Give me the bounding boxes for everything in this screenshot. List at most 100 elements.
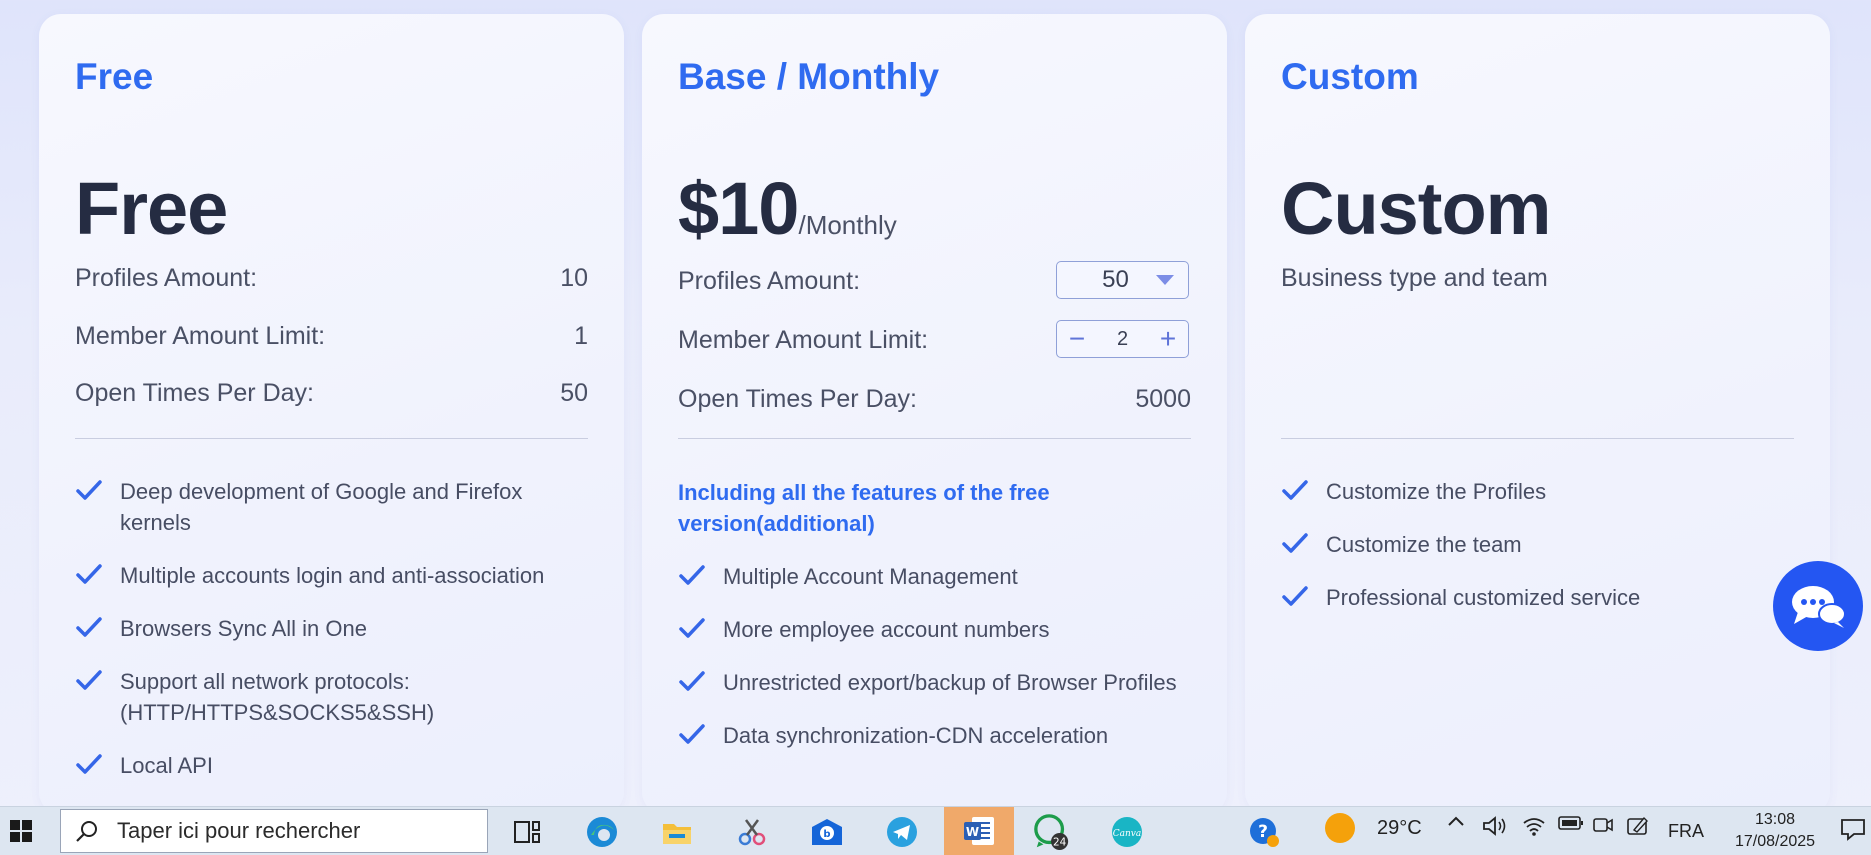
price-unit: /Monthly: [798, 210, 897, 240]
feature-item: Professional customized service: [1281, 582, 1794, 613]
row-label: Open Times Per Day:: [678, 384, 917, 413]
open-times-row: Open Times Per Day: 5000: [678, 379, 1191, 419]
check-icon: [1281, 583, 1309, 611]
weather-widget[interactable]: 29°C: [1325, 813, 1422, 843]
chat-button[interactable]: [1773, 561, 1863, 651]
plus-button[interactable]: +: [1148, 321, 1188, 357]
plan-price: Free: [75, 167, 228, 250]
feature-text: Customize the Profiles: [1326, 479, 1547, 504]
whatsapp-badge: 24: [1053, 836, 1067, 848]
file-explorer-icon[interactable]: [658, 813, 696, 851]
telegram-icon[interactable]: [883, 813, 921, 851]
check-icon: [75, 477, 103, 505]
svg-text:Canva: Canva: [1113, 829, 1142, 839]
check-icon: [678, 668, 706, 696]
check-icon: [1281, 477, 1309, 505]
battery-icon[interactable]: [1558, 815, 1584, 831]
language-indicator[interactable]: FRA: [1668, 821, 1704, 842]
feature-text: Local API: [120, 753, 213, 778]
word-icon[interactable]: W: [944, 807, 1014, 855]
meet-now-icon[interactable]: [1592, 815, 1614, 835]
canva-icon[interactable]: Canva: [1108, 813, 1146, 851]
check-icon: [75, 751, 103, 779]
open-times-row: Open Times Per Day: 50: [75, 373, 588, 413]
whatsapp-icon[interactable]: 24: [1033, 813, 1071, 851]
search-placeholder: Taper ici pour rechercher: [117, 818, 361, 843]
windows-taskbar: Taper ici pour rechercher b W 24 Canva ?…: [0, 806, 1871, 855]
feature-list: Including all the features of the free v…: [678, 477, 1191, 773]
divider: [678, 438, 1191, 439]
plan-card-custom: Custom Custom Business type and team Cus…: [1245, 14, 1830, 806]
check-icon: [75, 614, 103, 642]
chat-bubbles-icon: [1792, 586, 1846, 628]
taskbar-clock[interactable]: 13:08 17/08/2025: [1735, 809, 1815, 853]
weather-temp: 29°C: [1377, 816, 1422, 839]
feature-list: Customize the Profiles Customize the tea…: [1281, 476, 1794, 635]
row-label: Open Times Per Day:: [75, 378, 314, 407]
plan-price: Custom: [1281, 167, 1551, 250]
feature-text: Browsers Sync All in One: [120, 616, 367, 641]
row-label: Member Amount Limit:: [678, 325, 929, 354]
feature-item: More employee account numbers: [678, 614, 1191, 645]
feature-text: Deep development of Google and Firefox k…: [120, 479, 523, 535]
feature-text: Multiple Account Management: [723, 564, 1018, 589]
feature-item: Customize the team: [1281, 529, 1794, 560]
plan-subtitle: Business type and team: [1281, 264, 1548, 292]
feature-item: Multiple accounts login and anti-associa…: [75, 560, 588, 591]
included-note: Including all the features of the free v…: [678, 480, 1050, 536]
svg-text:b: b: [823, 829, 830, 840]
feature-item: Local API: [75, 750, 588, 781]
svg-text:?: ?: [1258, 822, 1268, 842]
pen-tablet-icon[interactable]: [1626, 815, 1650, 837]
feature-item: Deep development of Google and Firefox k…: [75, 476, 588, 538]
snipping-icon[interactable]: [733, 813, 771, 851]
start-button[interactable]: [0, 807, 42, 855]
row-value: 1: [574, 321, 588, 350]
check-icon: [75, 561, 103, 589]
taskbar-search-box[interactable]: Taper ici pour rechercher: [60, 809, 488, 853]
pricing-page: Free Free Profiles Amount: 10 Member Amo…: [0, 0, 1871, 806]
caret-down-icon: [1156, 275, 1174, 285]
row-value: 5000: [1135, 384, 1191, 413]
row-label: Profiles Amount:: [75, 263, 258, 292]
profiles-amount-select[interactable]: 50: [1056, 261, 1189, 299]
member-limit-row: Member Amount Limit: 1: [75, 316, 588, 356]
chevron-up-icon[interactable]: [1447, 815, 1465, 827]
search-icon: [76, 821, 97, 842]
plan-title: Base / Monthly: [678, 56, 940, 97]
mail-icon[interactable]: b: [808, 813, 846, 851]
sun-icon: [1325, 813, 1355, 843]
feature-item: Multiple Account Management: [678, 561, 1191, 592]
svg-text:W: W: [966, 825, 979, 839]
row-value: 50: [560, 378, 588, 407]
clock-date: 17/08/2025: [1735, 833, 1816, 850]
check-icon: [75, 667, 103, 695]
feature-text: Customize the team: [1326, 532, 1522, 557]
row-label: Member Amount Limit:: [75, 321, 326, 350]
help-icon[interactable]: ?: [1245, 813, 1283, 851]
minus-button[interactable]: −: [1057, 321, 1097, 357]
row-value: 10: [560, 263, 588, 292]
member-amount-stepper: − 2 +: [1056, 320, 1189, 358]
clock-time: 13:08: [1754, 811, 1796, 828]
edge-icon[interactable]: [583, 813, 621, 851]
price-amount: $10: [678, 167, 799, 250]
feature-text: Multiple accounts login and anti-associa…: [120, 563, 545, 588]
feature-text: Unrestricted export/backup of Browser Pr…: [723, 670, 1177, 695]
stepper-value[interactable]: 2: [1117, 328, 1128, 351]
feature-list: Deep development of Google and Firefox k…: [75, 476, 588, 803]
task-view-icon[interactable]: [508, 813, 546, 851]
wifi-icon[interactable]: [1522, 815, 1546, 837]
notification-icon[interactable]: [1840, 817, 1866, 841]
feature-text: More employee account numbers: [723, 617, 1050, 642]
feature-text: Data synchronization-CDN acceleration: [723, 723, 1109, 748]
divider: [75, 438, 588, 439]
feature-item: Browsers Sync All in One: [75, 613, 588, 644]
volume-icon[interactable]: [1482, 815, 1508, 837]
select-value: 50: [1102, 266, 1129, 293]
check-icon: [678, 615, 706, 643]
profiles-amount-row: Profiles Amount: 10: [75, 258, 588, 298]
plan-title: Free: [75, 56, 154, 97]
check-icon: [678, 562, 706, 590]
feature-text: Support all network protocols: (HTTP/HTT…: [120, 669, 435, 725]
